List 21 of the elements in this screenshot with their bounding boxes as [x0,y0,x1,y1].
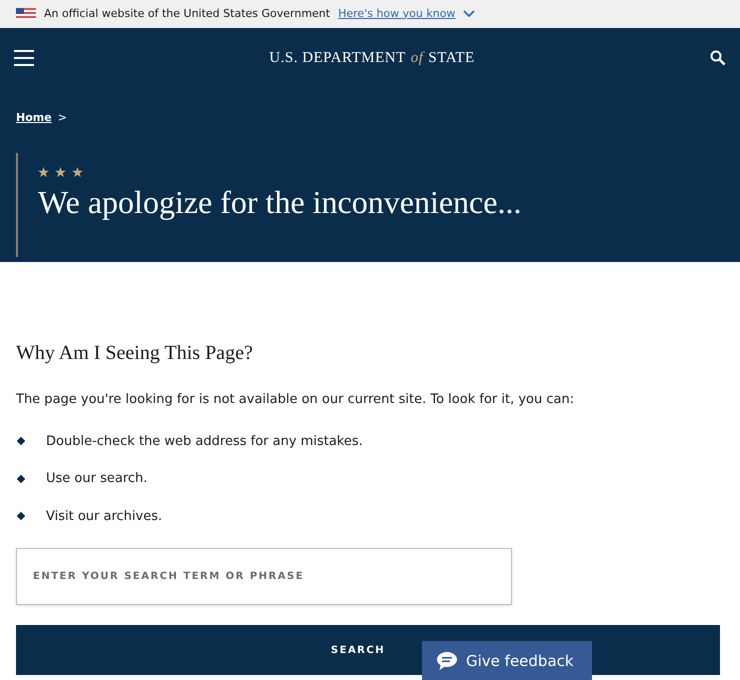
feedback-toast[interactable]: Give feedback [422,641,592,680]
menu-button[interactable] [14,50,34,66]
how-you-know-link[interactable]: Here's how you know [338,6,456,22]
breadcrumb-separator: > [58,110,67,126]
search-field[interactable]: ENTER YOUR SEARCH TERM OR PHRASE [16,548,512,605]
official-website-notice: An official website of the United States Government [44,6,330,22]
bullet-icon [16,512,26,520]
list-item-text: Double-check the web address for any mistakes. [46,432,363,450]
chat-bubble-icon [436,651,458,671]
site-logo[interactable]: U.S. DEPARTMENT of STATE [269,46,475,70]
page-title: We apologize for the inconvenience... [38,182,522,222]
bullet-icon [16,474,26,483]
chevron-down-icon[interactable] [463,10,476,18]
list-item-text: Use our search. [46,470,148,488]
bullet-icon [16,437,26,446]
list-item-text: Visit our archives. [46,508,162,526]
section-heading: Why Am I Seeing This Page? [16,341,254,366]
search-icon[interactable] [710,50,726,66]
intro-text: The page you're looking for is not available on our current site. To look for it, you can: [16,391,576,409]
home-link[interactable]: Home [16,110,52,126]
flag-icon [16,8,36,20]
